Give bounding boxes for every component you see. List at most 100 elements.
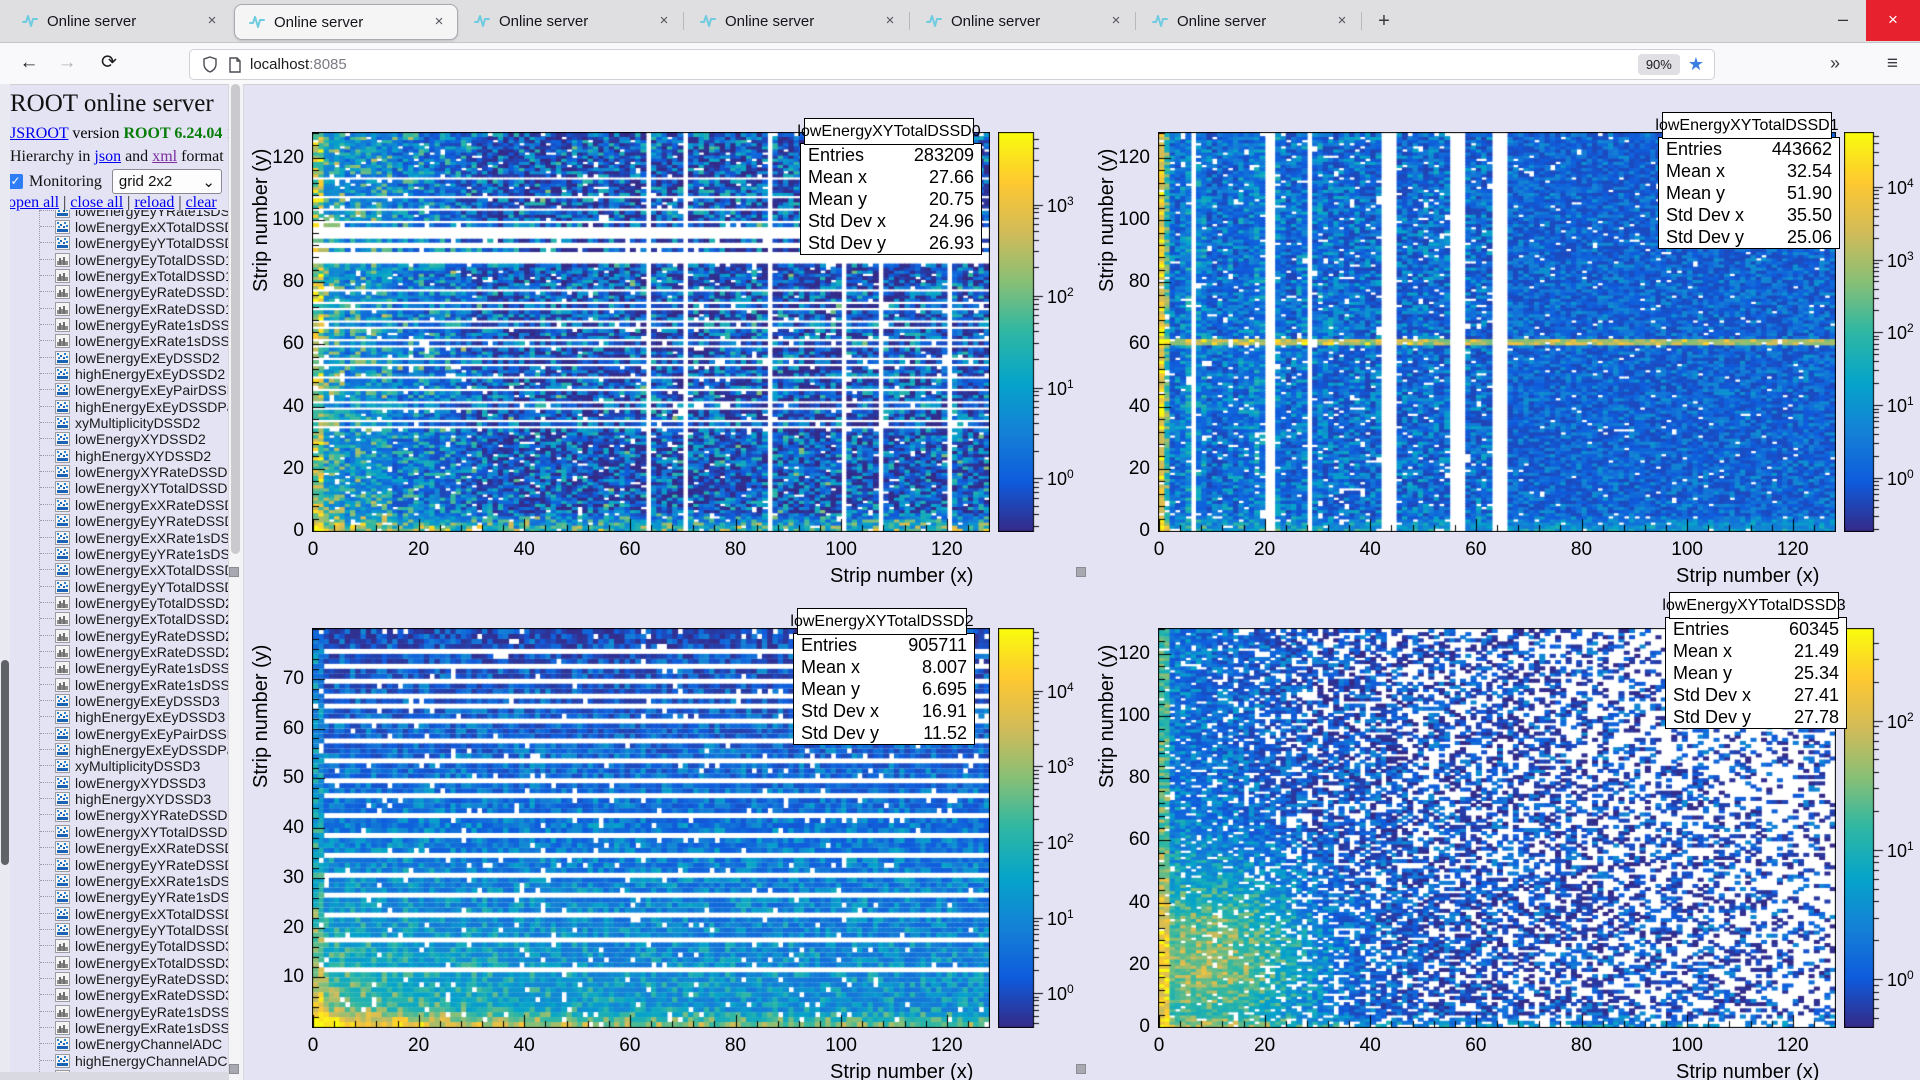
tree-item-lowEnergyEyYRateDSSD3[interactable]: lowEnergyEyYRateDSSD3 — [40, 856, 228, 873]
colorbar-lowEnergyXYTotalDSSD0[interactable] — [998, 132, 1048, 532]
tree-item-lowEnergyExRateDSSD2[interactable]: lowEnergyExRateDSSD2 — [40, 643, 228, 660]
tree-item-lowEnergyXYTotalDSSD3[interactable]: lowEnergyXYTotalDSSD3 — [40, 823, 228, 840]
action-open-all[interactable]: open all — [8, 194, 59, 211]
back-button[interactable]: ← — [14, 49, 44, 77]
stat-box[interactable]: Entries60345Mean x21.49Mean y25.34Std De… — [1665, 617, 1847, 729]
scrollbar-thumb[interactable] — [231, 84, 240, 554]
tab-close-icon[interactable]: × — [652, 9, 676, 33]
tree-item-lowEnergyEyRate1sDSSD1[interactable]: lowEnergyEyRate1sDSSD1 — [40, 316, 228, 333]
tree-item-lowEnergyEyTotalDSSD1[interactable]: lowEnergyEyTotalDSSD1 — [40, 251, 228, 268]
tree-item-lowEnergyExRateDSSD3[interactable]: lowEnergyExRateDSSD3 — [40, 987, 228, 1004]
tree-item-lowEnergyExEyPairDSSD3[interactable]: lowEnergyExEyPairDSSD3 — [40, 725, 228, 742]
tree-item-lowEnergyEyRateDSSD3[interactable]: lowEnergyEyRateDSSD3 — [40, 970, 228, 987]
tree-item-lowEnergyEyRate1sDSSD3[interactable]: lowEnergyEyRate1sDSSD3 — [40, 1003, 228, 1020]
sidebar-left-scrollbar[interactable] — [0, 84, 10, 1080]
tree-item-lowEnergyExTotalDSSD1[interactable]: lowEnergyExTotalDSSD1 — [40, 267, 228, 284]
tree-item-lowEnergyXYRateDSSD2[interactable]: lowEnergyXYRateDSSD2 — [40, 464, 228, 481]
tree-item-lowEnergyXYRateDSSD3[interactable]: lowEnergyXYRateDSSD3 — [40, 807, 228, 824]
tree-item-xyMultiplicityDSSD2[interactable]: xyMultiplicityDSSD2 — [40, 415, 200, 432]
action-clear[interactable]: clear — [186, 194, 217, 211]
tree-item-lowEnergyXYDSSD3[interactable]: lowEnergyXYDSSD3 — [40, 774, 206, 791]
tree-item-lowEnergyEyYRate1sDSSD3[interactable]: lowEnergyEyYRate1sDSSD3 — [40, 889, 228, 906]
window-minimize-button[interactable]: – — [1820, 0, 1866, 40]
tree-item-lowEnergyExXTotalDSSD1[interactable]: lowEnergyExXTotalDSSD1 — [40, 218, 228, 235]
url-text[interactable]: localhost:8085 — [250, 56, 1638, 73]
new-tab-button[interactable]: + — [1370, 8, 1398, 36]
browser-tab[interactable]: Online server× — [460, 4, 682, 38]
browser-tab[interactable]: Online server× — [234, 4, 458, 40]
tree-item-lowEnergyEyRateDSSD2[interactable]: lowEnergyEyRateDSSD2 — [40, 627, 228, 644]
tree-item-lowEnergyEyYRate1sDSSD2[interactable]: lowEnergyEyYRate1sDSSD2 — [40, 545, 228, 562]
tree-item-highEnergyXYDSSD2[interactable]: highEnergyXYDSSD2 — [40, 447, 211, 464]
browser-tab[interactable]: Online server× — [686, 4, 908, 38]
tree-item-lowEnergyEyYRateDSSD2[interactable]: lowEnergyEyYRateDSSD2 — [40, 513, 228, 530]
hist-title-box[interactable]: lowEnergyXYTotalDSSD3 — [1669, 592, 1839, 619]
tab-close-icon[interactable]: × — [200, 9, 224, 33]
page-zoom-badge[interactable]: 90% — [1638, 54, 1680, 75]
tree-item-lowEnergyExEyDSSD2[interactable]: lowEnergyExEyDSSD2 — [40, 349, 220, 366]
hist-title-box[interactable]: lowEnergyXYTotalDSSD1 — [1662, 112, 1832, 139]
tree-item-lowEnergyExTotalDSSD3[interactable]: lowEnergyExTotalDSSD3 — [40, 954, 228, 971]
tree-item-highEnergyExEyDSSDPair2[interactable]: highEnergyExEyDSSDPair2 — [40, 398, 228, 415]
window-close-button[interactable]: × — [1866, 0, 1920, 41]
action-close-all[interactable]: close all — [70, 194, 123, 211]
tree-item-lowEnergyXYTotalDSSD2[interactable]: lowEnergyXYTotalDSSD2 — [40, 480, 228, 497]
tree-item-lowEnergyXYDSSD2[interactable]: lowEnergyXYDSSD2 — [40, 431, 206, 448]
tree-item-lowEnergyEyTotalDSSD2[interactable]: lowEnergyEyTotalDSSD2 — [40, 594, 228, 611]
tree-item-lowEnergyExXTotalDSSD3[interactable]: lowEnergyExXTotalDSSD3 — [40, 905, 228, 922]
tree-item-highEnergyExEyDSSD3[interactable]: highEnergyExEyDSSD3 — [40, 709, 225, 726]
pad-resize-handle[interactable] — [1076, 1064, 1086, 1074]
tree-item-lowEnergyExEyPairDSSD2[interactable]: lowEnergyExEyPairDSSD2 — [40, 382, 228, 399]
tree-item-lowEnergyExEyDSSD3[interactable]: lowEnergyExEyDSSD3 — [40, 693, 220, 710]
url-bar[interactable]: localhost:8085 90% ★ — [189, 49, 1715, 80]
pad-resize-handle[interactable] — [229, 567, 239, 577]
pad-resize-handle[interactable] — [229, 1064, 239, 1074]
tree-item-lowEnergyExRateDSSD1[interactable]: lowEnergyExRateDSSD1 — [40, 300, 228, 317]
hamburger-menu-icon[interactable]: ≡ — [1887, 53, 1898, 75]
tree-item-lowEnergyEyYTotalDSSD3[interactable]: lowEnergyEyYTotalDSSD3 — [40, 921, 228, 938]
sidebar-right-scrollbar[interactable] — [228, 84, 244, 1080]
tree-item-lowEnergyExXRateDSSD3[interactable]: lowEnergyExXRateDSSD3 — [40, 840, 228, 857]
sidebar-horizontal-scrollbar[interactable] — [0, 1072, 228, 1080]
page-info-icon[interactable] — [228, 57, 242, 73]
hist-title-box[interactable]: lowEnergyXYTotalDSSD2 — [797, 608, 967, 635]
colorbar-lowEnergyXYTotalDSSD1[interactable] — [1844, 132, 1888, 532]
tab-close-icon[interactable]: × — [1104, 9, 1128, 33]
xml-link[interactable]: xml — [152, 148, 177, 165]
colorbar-lowEnergyXYTotalDSSD2[interactable] — [998, 628, 1048, 1028]
monitoring-checkbox[interactable]: ✓ — [8, 174, 23, 189]
tree-item-highEnergyXYDSSD3[interactable]: highEnergyXYDSSD3 — [40, 791, 211, 808]
tab-close-icon[interactable]: × — [427, 10, 451, 34]
tree-item-lowEnergyEyYTotalDSSD1[interactable]: lowEnergyEyYTotalDSSD1 — [40, 235, 228, 252]
jsroot-link[interactable]: JSROOT — [10, 125, 68, 142]
tab-close-icon[interactable]: × — [878, 9, 902, 33]
scrollbar-thumb[interactable] — [1, 660, 9, 865]
tree-item-lowEnergyExXRate1sDSSD3[interactable]: lowEnergyExXRate1sDSSD3 — [40, 872, 228, 889]
tree-item-lowEnergyExTotalDSSD2[interactable]: lowEnergyExTotalDSSD2 — [40, 611, 228, 628]
tree-item-lowEnergyChannelADC[interactable]: lowEnergyChannelADC — [40, 1036, 222, 1053]
tab-close-icon[interactable]: × — [1330, 9, 1354, 33]
tree-item-lowEnergyEyTotalDSSD3[interactable]: lowEnergyEyTotalDSSD3 — [40, 938, 228, 955]
layout-select[interactable]: grid 2x2⌄ — [112, 169, 222, 194]
browser-tab[interactable]: Online server× — [8, 4, 230, 38]
tree-item-lowEnergyExRate1sDSSD1[interactable]: lowEnergyExRate1sDSSD1 — [40, 333, 228, 350]
tree-item-lowEnergyExXRateDSSD2[interactable]: lowEnergyExXRateDSSD2 — [40, 496, 228, 513]
tree-item-highEnergyChannelADC[interactable]: highEnergyChannelADC — [40, 1052, 228, 1069]
stat-box[interactable]: Entries283209Mean x27.66Mean y20.75Std D… — [800, 143, 982, 255]
tree-item-lowEnergyExXTotalDSSD2[interactable]: lowEnergyExXTotalDSSD2 — [40, 562, 228, 579]
reload-button[interactable]: ⟳ — [94, 49, 124, 77]
tree-item-highEnergyExEyDSSD2[interactable]: highEnergyExEyDSSD2 — [40, 366, 225, 383]
stat-box[interactable]: Entries905711Mean x8.007Mean y6.695Std D… — [793, 633, 975, 745]
tree-item-lowEnergyExRate1sDSSD2[interactable]: lowEnergyExRate1sDSSD2 — [40, 676, 228, 693]
tree-item-lowEnergyExXRate1sDSSD2[interactable]: lowEnergyExXRate1sDSSD2 — [40, 529, 228, 546]
tree-item-lowEnergyEyRate1sDSSD2[interactable]: lowEnergyEyRate1sDSSD2 — [40, 660, 228, 677]
json-link[interactable]: json — [94, 148, 121, 165]
bookmark-star-icon[interactable]: ★ — [1688, 54, 1704, 75]
tree-item-lowEnergyExRate1sDSSD3[interactable]: lowEnergyExRate1sDSSD3 — [40, 1020, 228, 1037]
hist-title-box[interactable]: lowEnergyXYTotalDSSD0 — [804, 118, 974, 145]
forward-button[interactable]: → — [52, 49, 82, 77]
pad-resize-handle[interactable] — [1076, 567, 1086, 577]
tree-item-lowEnergyEyRateDSSD1[interactable]: lowEnergyEyRateDSSD1 — [40, 284, 228, 301]
colorbar-lowEnergyXYTotalDSSD3[interactable] — [1844, 628, 1888, 1028]
tree-item-lowEnergyEyYTotalDSSD2[interactable]: lowEnergyEyYTotalDSSD2 — [40, 578, 228, 595]
